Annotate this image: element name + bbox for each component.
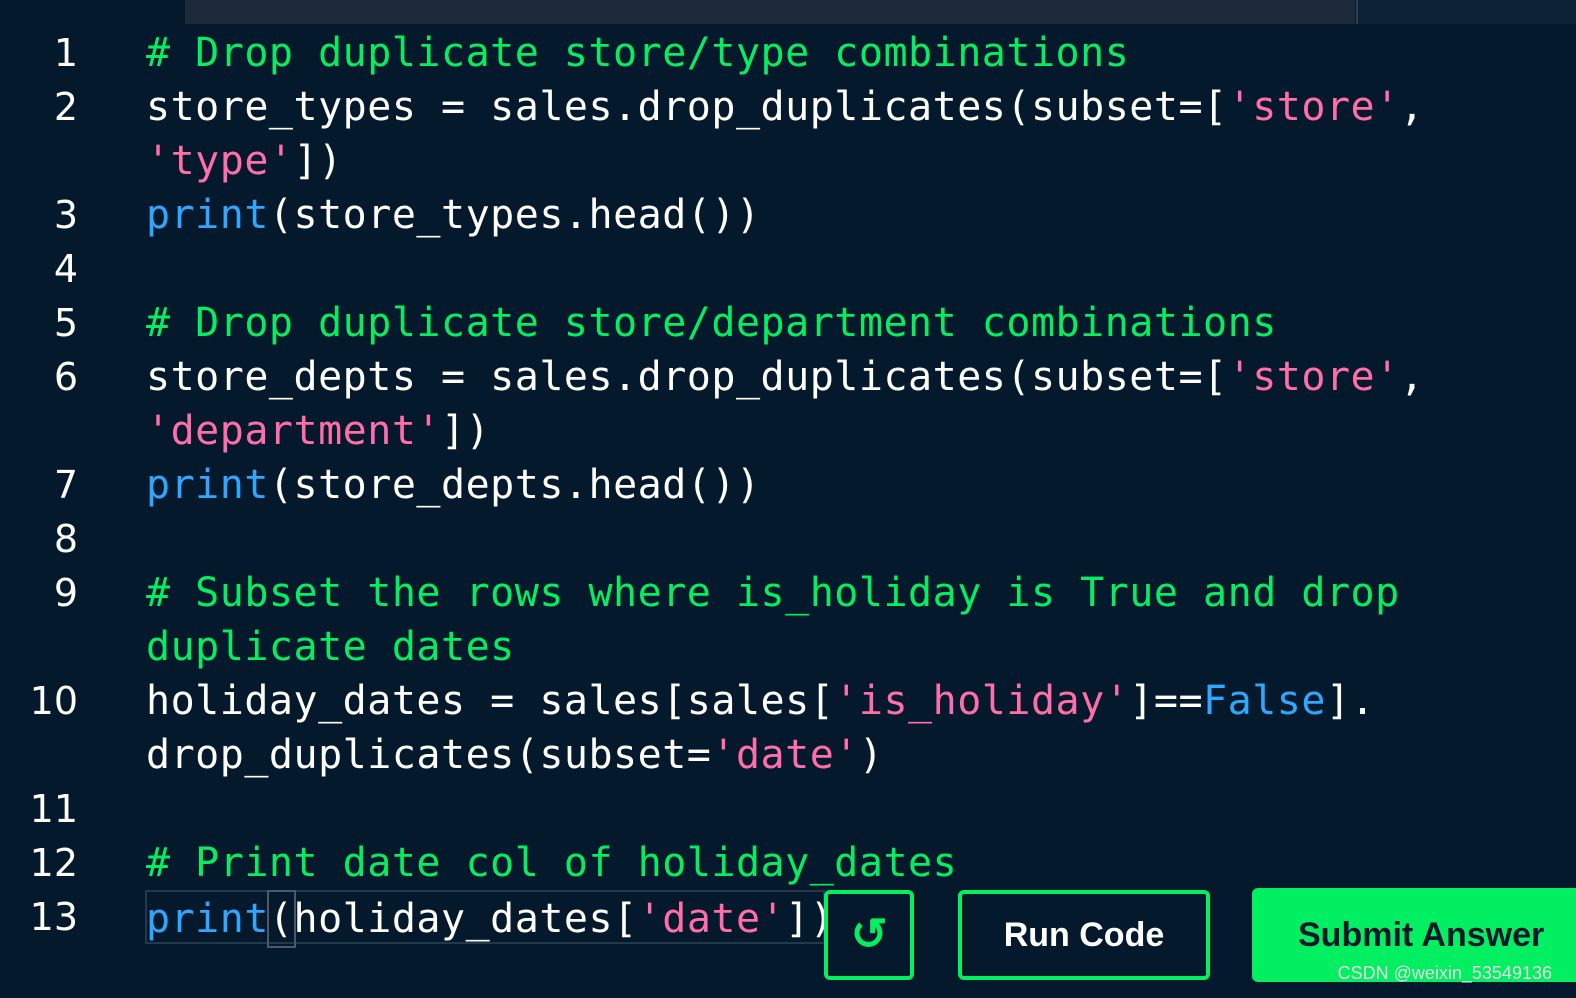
line-number: 6: [53, 355, 78, 399]
code-text: 'department']): [146, 408, 491, 454]
code-line-wrap: 'department']): [0, 404, 1576, 458]
tab-strip: [185, 0, 1355, 24]
code-text: store_types = sales.drop_duplicates(subs…: [146, 84, 1425, 130]
line-number: 4: [53, 247, 78, 291]
editor-tab-bar: [0, 0, 1576, 24]
code-line: 4: [0, 242, 1576, 296]
comment: # Drop duplicate store/type combinations: [146, 30, 1130, 76]
code-line: 1 # Drop duplicate store/type combinatio…: [0, 26, 1576, 80]
code-line: 2 store_types = sales.drop_duplicates(su…: [0, 80, 1576, 134]
line-number: 9: [53, 571, 78, 615]
comment: # Drop duplicate store/department combin…: [146, 300, 1277, 346]
line-number: 11: [29, 787, 78, 831]
code-text: store_depts = sales.drop_duplicates(subs…: [146, 354, 1425, 400]
code-line: 12 # Print date col of holiday_dates: [0, 836, 1576, 890]
comment: # Subset the rows where is_holiday is Tr…: [146, 570, 1400, 616]
code-line-wrap: drop_duplicates(subset='date'): [0, 728, 1576, 782]
matching-bracket: (: [266, 890, 296, 948]
tab-strip-right: [1356, 0, 1576, 24]
comment: # Print date col of holiday_dates: [146, 840, 958, 886]
submit-answer-label: Submit Answer: [1298, 915, 1545, 954]
code-line: 3 print(store_types.head()): [0, 188, 1576, 242]
code-line: 7 print(store_depts.head()): [0, 458, 1576, 512]
line-number: 8: [53, 517, 78, 561]
line-number: 10: [29, 679, 78, 723]
line-number: 5: [53, 301, 78, 345]
comment: duplicate dates: [146, 624, 515, 670]
run-code-button[interactable]: Run Code: [958, 890, 1210, 980]
code-text: 'type']): [146, 138, 343, 184]
code-line: 6 store_depts = sales.drop_duplicates(su…: [0, 350, 1576, 404]
watermark: CSDN @weixin_53549136: [1337, 963, 1552, 983]
line-number: 3: [53, 193, 78, 237]
line-number: 12: [29, 841, 78, 885]
code-line-wrap: duplicate dates: [0, 620, 1576, 674]
code-line-wrap: 'type']): [0, 134, 1576, 188]
line-number: 1: [53, 31, 78, 75]
reset-icon: ↺: [850, 910, 888, 959]
code-line: 8: [0, 512, 1576, 566]
line-number: 2: [53, 85, 78, 129]
code-text: print(store_depts.head()): [146, 462, 761, 508]
run-code-label: Run Code: [1003, 915, 1165, 954]
code-line: 10 holiday_dates = sales[sales['is_holid…: [0, 674, 1576, 728]
code-line: 9 # Subset the rows where is_holiday is …: [0, 566, 1576, 620]
code-text: print(store_types.head()): [146, 192, 761, 238]
line-number: 7: [53, 463, 78, 507]
code-text: drop_duplicates(subset='date'): [146, 732, 884, 778]
code-text: holiday_dates = sales[sales['is_holiday'…: [146, 678, 1376, 724]
code-text: print(holiday_dates['date']): [146, 890, 834, 948]
code-line: 11: [0, 782, 1576, 836]
code-line: 5 # Drop duplicate store/department comb…: [0, 296, 1576, 350]
reset-button[interactable]: ↺: [824, 890, 914, 980]
line-number: 13: [29, 895, 78, 939]
